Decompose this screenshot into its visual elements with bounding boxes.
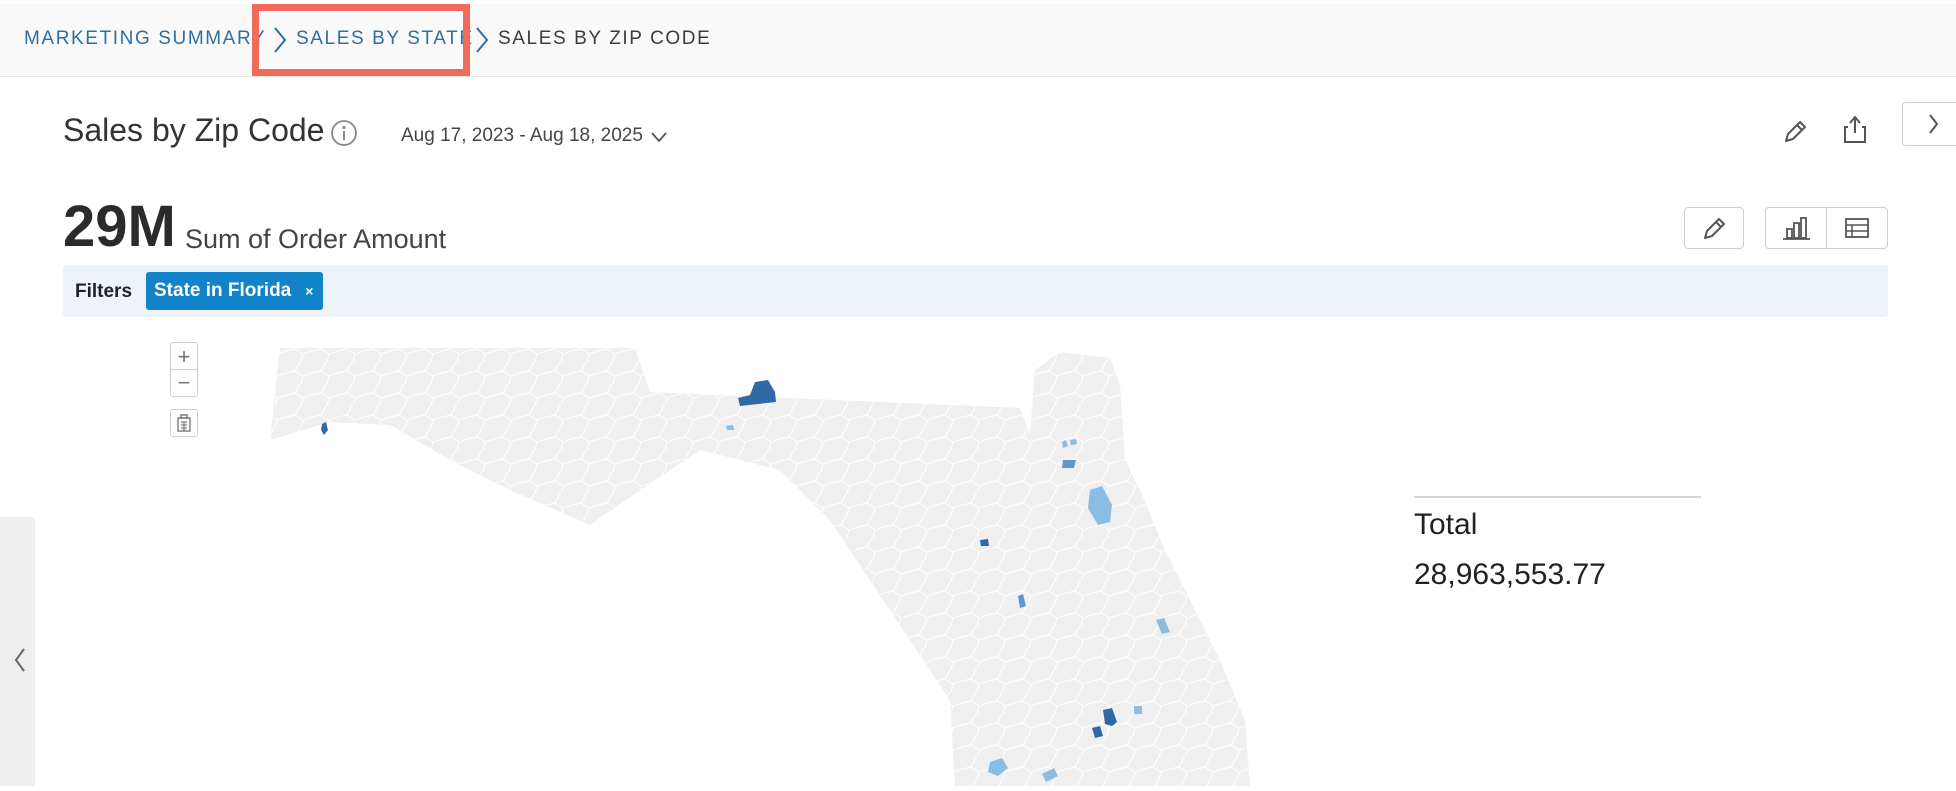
filter-chip-state[interactable]: State in Florida × bbox=[146, 272, 324, 310]
info-icon[interactable] bbox=[330, 119, 358, 147]
share-icon[interactable] bbox=[1838, 112, 1872, 146]
chevron-right-icon bbox=[272, 25, 288, 55]
pencil-icon bbox=[1704, 218, 1725, 239]
bar-chart-icon bbox=[1783, 217, 1810, 240]
page-title: Sales by Zip Code bbox=[63, 112, 325, 148]
chevron-down-icon[interactable] bbox=[650, 128, 668, 146]
metric-label: Sum of Order Amount bbox=[185, 224, 447, 254]
zoom-in-button[interactable]: + bbox=[170, 342, 198, 370]
pencil-icon[interactable] bbox=[1778, 115, 1812, 149]
chevron-left-icon bbox=[14, 648, 25, 672]
zip-region[interactable] bbox=[1070, 439, 1077, 445]
breadcrumb-sales-by-state[interactable]: SALES BY STATE bbox=[296, 28, 474, 50]
total-divider bbox=[1414, 496, 1701, 498]
table-view-button[interactable] bbox=[1826, 207, 1888, 249]
breadcrumb: MARKETING SUMMARY SALES BY STATE SALES B… bbox=[0, 4, 1956, 77]
zip-region[interactable] bbox=[738, 380, 776, 406]
chart-view-button[interactable] bbox=[1765, 207, 1827, 249]
building-icon[interactable] bbox=[170, 409, 198, 437]
edit-visualization-button[interactable] bbox=[1684, 207, 1744, 249]
zoom-out-button[interactable]: − bbox=[170, 369, 198, 397]
zip-code-map[interactable] bbox=[260, 340, 1260, 786]
filters-bar: Filters State in Florida × bbox=[63, 265, 1888, 317]
date-range-selector[interactable]: Aug 17, 2023 - Aug 18, 2025 bbox=[401, 125, 643, 147]
table-icon bbox=[1845, 218, 1869, 238]
collapse-left-panel-button[interactable] bbox=[0, 517, 35, 786]
filters-label: Filters bbox=[75, 281, 133, 302]
zip-region[interactable] bbox=[1134, 706, 1142, 714]
chevron-right-icon bbox=[1929, 114, 1939, 134]
total-value: 28,963,553.77 bbox=[1414, 558, 1606, 591]
zip-region[interactable] bbox=[1062, 460, 1076, 468]
filter-chip-label: State in Florida bbox=[154, 280, 292, 301]
chevron-right-icon bbox=[474, 25, 490, 55]
collapse-right-panel-button[interactable] bbox=[1902, 102, 1956, 146]
breadcrumb-marketing-summary[interactable]: MARKETING SUMMARY bbox=[24, 28, 266, 50]
breadcrumb-sales-by-zip-code: SALES BY ZIP CODE bbox=[498, 28, 712, 49]
metric-value: 29M bbox=[63, 194, 176, 259]
zip-region[interactable] bbox=[980, 539, 989, 546]
total-label: Total bbox=[1414, 508, 1478, 541]
close-icon[interactable]: × bbox=[305, 283, 313, 299]
